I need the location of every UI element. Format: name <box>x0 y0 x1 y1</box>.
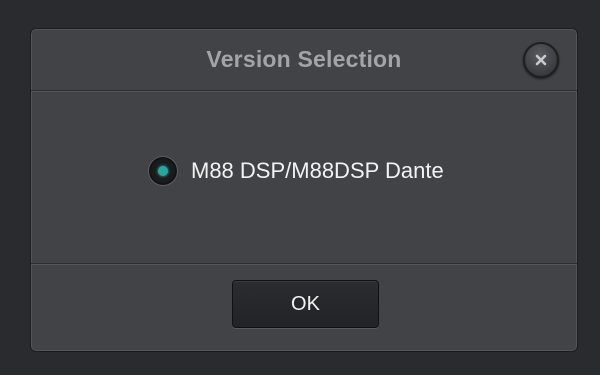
radio-selected-dot <box>158 166 168 176</box>
close-icon <box>534 53 548 67</box>
dialog-footer: OK <box>31 263 577 352</box>
version-option-label: M88 DSP/M88DSP Dante <box>191 158 444 183</box>
dialog-titlebar: Version Selection <box>31 29 577 91</box>
dialog-title: Version Selection <box>206 46 402 72</box>
version-option-m88-dsp[interactable]: M88 DSP/M88DSP Dante <box>149 157 444 185</box>
version-selection-dialog: Version Selection M88 DSP/M88DSP Dante O… <box>30 28 578 352</box>
close-button[interactable] <box>523 42 559 78</box>
ok-button[interactable]: OK <box>232 280 379 328</box>
radio-button[interactable] <box>149 157 177 185</box>
